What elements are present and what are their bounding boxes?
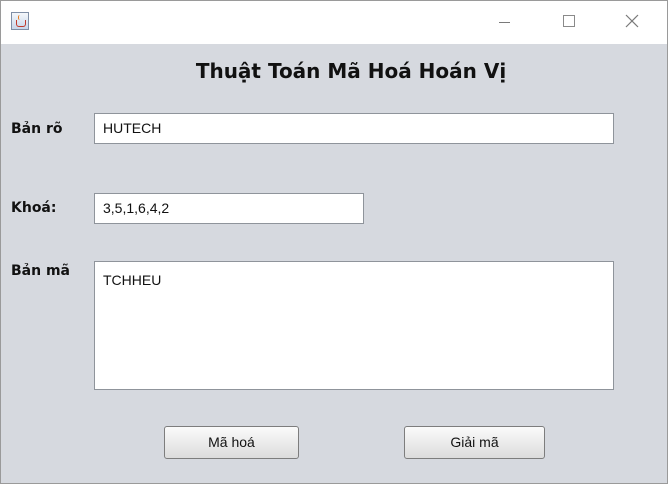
encrypt-button[interactable]: Mã hoá	[164, 426, 299, 459]
title-bar	[1, 1, 667, 44]
minimize-icon[interactable]	[494, 11, 514, 31]
app-window: Thuật Toán Mã Hoá Hoán Vị Bản rõ HUTECH …	[0, 0, 668, 484]
key-label: Khoá:	[11, 200, 57, 216]
page-title: Thuật Toán Mã Hoá Hoán Vị	[195, 59, 507, 83]
close-icon[interactable]	[622, 11, 642, 31]
ciphertext-textarea[interactable]: TCHHEU	[94, 261, 614, 390]
plaintext-input[interactable]: HUTECH	[94, 113, 614, 144]
plaintext-label: Bản rõ	[11, 121, 63, 137]
ciphertext-label: Bản mã	[11, 263, 70, 279]
decrypt-button[interactable]: Giải mã	[404, 426, 545, 459]
cup-mark	[16, 20, 26, 27]
key-input[interactable]: 3,5,1,6,4,2	[94, 193, 364, 224]
java-cup-icon[interactable]	[11, 12, 29, 30]
maximize-icon[interactable]	[559, 11, 579, 31]
